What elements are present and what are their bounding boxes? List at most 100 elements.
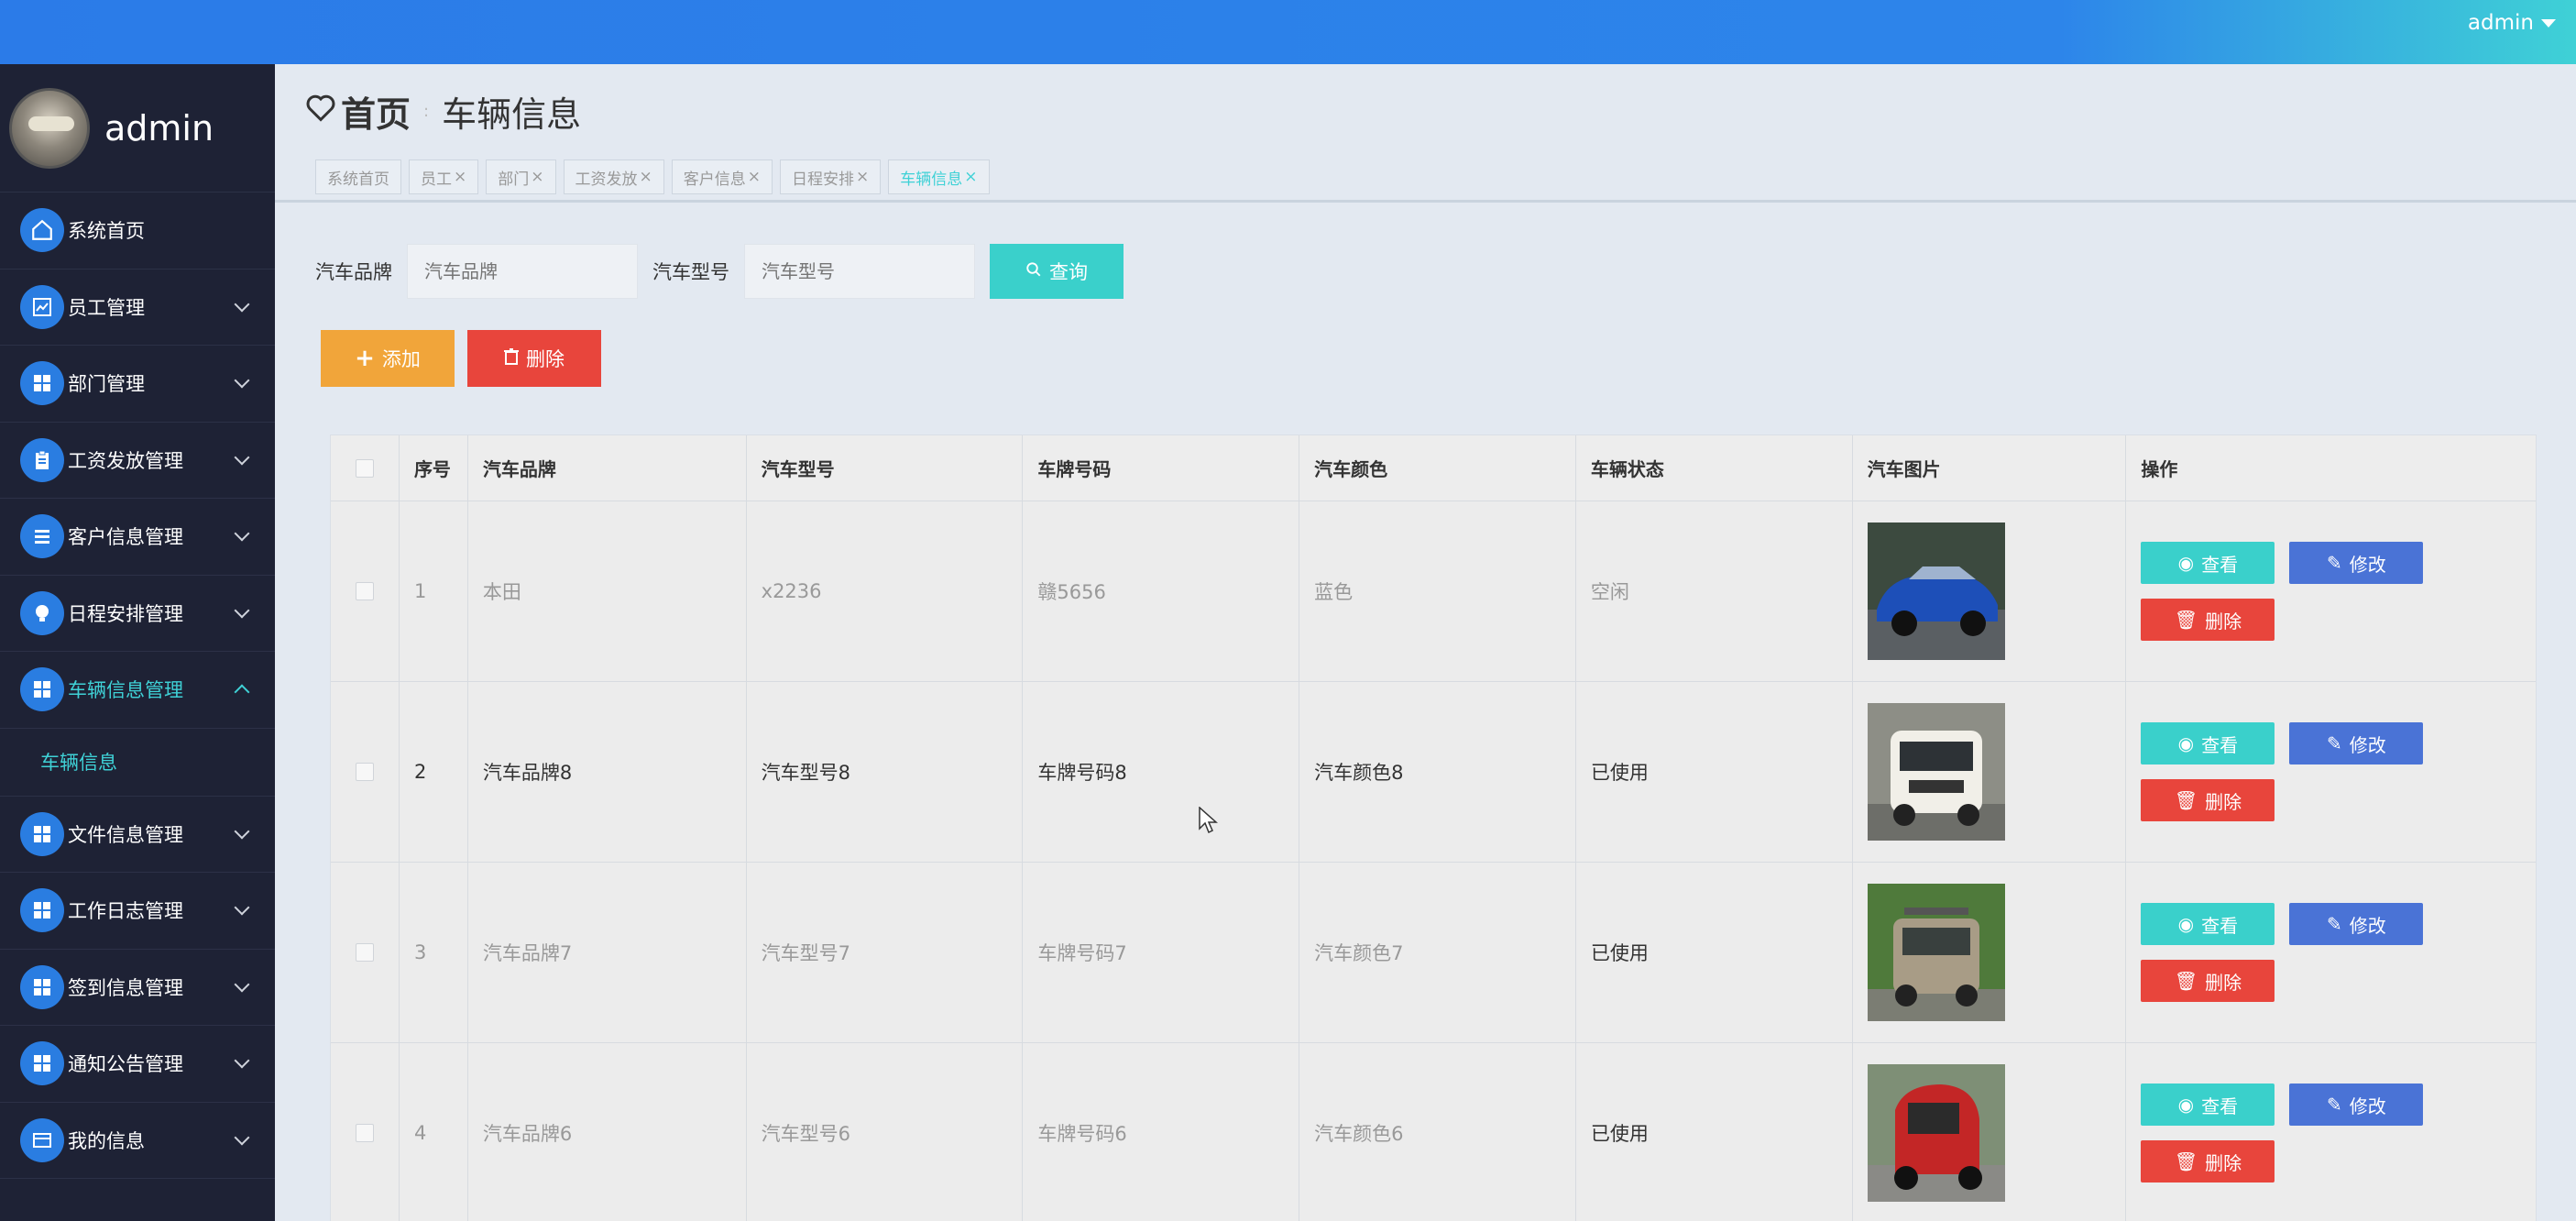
- sidebar-item-label: 车辆信息管理: [68, 679, 183, 702]
- table-row: 2 汽车品牌8 汽车型号8 车牌号码8 汽车颜色8 已使用 ◉ 查看 ✎ 修改 …: [331, 682, 2536, 863]
- sidebar-item-notice[interactable]: 通知公告管理: [0, 1026, 275, 1103]
- tab-department[interactable]: 部门 ×: [486, 160, 556, 194]
- close-icon[interactable]: ×: [640, 168, 652, 186]
- sidebar-item-vehicle[interactable]: 车辆信息管理: [0, 652, 275, 729]
- select-all-checkbox[interactable]: [355, 458, 374, 478]
- chevron-down-icon: [234, 372, 250, 389]
- row-checkbox[interactable]: [355, 582, 374, 600]
- row-checkbox[interactable]: [355, 1124, 374, 1142]
- query-button[interactable]: 查询: [990, 244, 1124, 299]
- chevron-down-icon: [234, 525, 250, 542]
- brand-input[interactable]: [407, 244, 638, 299]
- add-label: 添加: [381, 348, 421, 370]
- sidebar-item-employee[interactable]: 员工管理: [0, 270, 275, 346]
- tab-divider: [275, 200, 2576, 203]
- avatar: [9, 87, 90, 169]
- row-delete-button[interactable]: 🗑 删除: [2141, 960, 2275, 1002]
- view-button[interactable]: ◉ 查看: [2141, 722, 2275, 764]
- sidebar-item-customer[interactable]: 客户信息管理: [0, 499, 275, 576]
- mouse-cursor-icon: [1199, 807, 1218, 834]
- grid-icon: [20, 667, 64, 712]
- tab-home[interactable]: 系统首页: [315, 160, 401, 194]
- tab-employee[interactable]: 员工 ×: [409, 160, 479, 194]
- cell-status: 已使用: [1576, 863, 1853, 1042]
- chevron-down-icon: [234, 602, 250, 618]
- sidebar-item-department[interactable]: 部门管理: [0, 346, 275, 423]
- cell-no: 2: [400, 682, 468, 862]
- sidebar-item-worklog[interactable]: 工作日志管理: [0, 873, 275, 950]
- sidebar-item-home[interactable]: 系统首页: [0, 192, 275, 270]
- sidebar-item-schedule[interactable]: 日程安排管理: [0, 576, 275, 652]
- row-delete-button[interactable]: 🗑 删除: [2141, 599, 2275, 641]
- car-image[interactable]: [1867, 703, 2005, 841]
- view-button[interactable]: ◉ 查看: [2141, 542, 2275, 584]
- cell-no: 4: [400, 1043, 468, 1221]
- row-delete-button[interactable]: 🗑 删除: [2141, 779, 2275, 821]
- cell-image: [1853, 501, 2127, 681]
- bulb-icon: [20, 590, 64, 635]
- chevron-down-icon: [234, 823, 250, 839]
- view-label: 查看: [2201, 914, 2239, 937]
- sidebar-item-files[interactable]: 文件信息管理: [0, 797, 275, 873]
- edit-button[interactable]: ✎ 修改: [2289, 542, 2424, 584]
- car-image[interactable]: [1867, 522, 2005, 660]
- tab-salary[interactable]: 工资发放 ×: [563, 160, 664, 194]
- grid-icon: [20, 964, 64, 1009]
- breadcrumb-home[interactable]: 首页: [341, 86, 411, 137]
- table-row: 4 汽车品牌6 汽车型号6 车牌号码6 汽车颜色6 已使用 ◉ 查看 ✎ 修改 …: [331, 1043, 2536, 1221]
- top-bar: admin: [0, 0, 2576, 64]
- view-button[interactable]: ◉ 查看: [2141, 903, 2275, 945]
- delete-button[interactable]: 删除: [467, 330, 601, 387]
- row-checkbox[interactable]: [355, 763, 374, 781]
- view-label: 查看: [2201, 553, 2239, 576]
- sidebar-subitem-vehicle-info[interactable]: 车辆信息: [0, 729, 275, 797]
- cell-no: 3: [400, 863, 468, 1042]
- column-header: 汽车颜色: [1299, 435, 1576, 500]
- sidebar-item-label: 文件信息管理: [68, 823, 183, 846]
- close-icon[interactable]: ×: [748, 168, 761, 186]
- close-icon[interactable]: ×: [856, 168, 869, 186]
- chevron-down-icon: [234, 449, 250, 465]
- cell-image: [1853, 863, 2127, 1042]
- edit-button[interactable]: ✎ 修改: [2289, 722, 2424, 764]
- cell-model: 汽车型号7: [747, 863, 1024, 1042]
- breadcrumb-current: 车辆信息: [442, 94, 582, 135]
- tab-customer[interactable]: 客户信息 ×: [671, 160, 773, 194]
- tab-label: 客户信息: [683, 170, 746, 189]
- header-checkbox-cell: [331, 435, 400, 500]
- row-checkbox-cell: [331, 682, 400, 862]
- row-delete-label: 删除: [2205, 1151, 2242, 1174]
- pencil-icon: ✎: [2327, 913, 2342, 935]
- user-menu-label: admin: [2467, 11, 2534, 35]
- row-checkbox[interactable]: [355, 943, 374, 962]
- user-menu[interactable]: admin: [2468, 11, 2556, 35]
- cell-plate: 赣5656: [1023, 501, 1300, 681]
- toolbar: + 添加 删除: [321, 330, 601, 387]
- column-header: 汽车型号: [747, 435, 1024, 500]
- sidebar-item-signin[interactable]: 签到信息管理: [0, 950, 275, 1026]
- table-header: 序号 汽车品牌 汽车型号 车牌号码 汽车颜色 车辆状态 汽车图片 操作: [331, 435, 2536, 501]
- row-delete-button[interactable]: 🗑 删除: [2141, 1140, 2275, 1182]
- add-button[interactable]: + 添加: [321, 330, 455, 387]
- close-icon[interactable]: ×: [454, 168, 466, 186]
- grid-icon: [20, 361, 64, 406]
- cell-plate: 车牌号码7: [1023, 863, 1300, 1042]
- edit-button[interactable]: ✎ 修改: [2289, 1084, 2424, 1126]
- edit-button[interactable]: ✎ 修改: [2289, 903, 2424, 945]
- close-icon[interactable]: ×: [964, 168, 977, 186]
- cell-brand: 汽车品牌8: [468, 682, 747, 862]
- cell-model: 汽车型号6: [747, 1043, 1024, 1221]
- cell-actions: ◉ 查看 ✎ 修改 🗑 删除: [2126, 1043, 2536, 1221]
- car-image[interactable]: [1867, 1064, 2005, 1202]
- sidebar-item-salary[interactable]: 工资发放管理: [0, 423, 275, 499]
- eye-icon: ◉: [2177, 913, 2195, 935]
- sidebar-item-profile[interactable]: 我的信息: [0, 1103, 275, 1179]
- tab-vehicle[interactable]: 车辆信息 ×: [888, 160, 990, 194]
- close-icon[interactable]: ×: [531, 168, 543, 186]
- tab-schedule[interactable]: 日程安排 ×: [780, 160, 882, 194]
- edit-label: 修改: [2349, 733, 2386, 756]
- eye-icon: ◉: [2177, 552, 2195, 574]
- model-input[interactable]: [744, 244, 975, 299]
- car-image[interactable]: [1867, 884, 2005, 1021]
- view-button[interactable]: ◉ 查看: [2141, 1084, 2275, 1126]
